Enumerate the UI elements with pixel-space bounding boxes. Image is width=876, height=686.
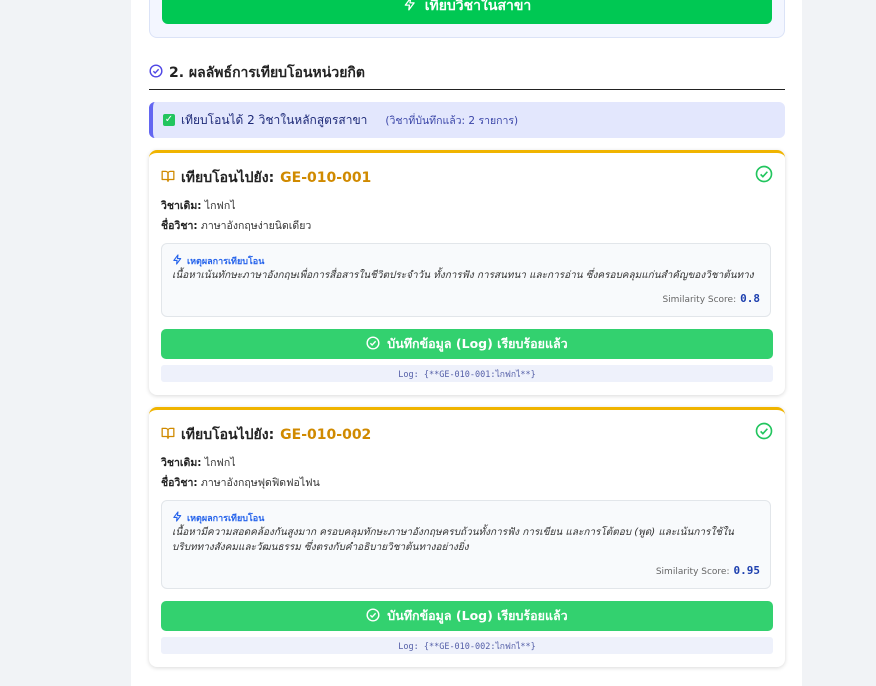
reason-box: เหตุผลการเทียบโอน เนื้อหาเน้นทักษะภาษาอั… <box>161 243 771 317</box>
log-saved-button[interactable]: บันทึกข้อมูล (Log) เรียบร้อยแล้ว <box>161 329 773 359</box>
checkbox-checked-icon: ✓ <box>163 114 175 126</box>
result-card: เทียบโอนไปยัง: GE-010-002 วิชาเดิม: ไกฟก… <box>149 407 785 667</box>
similarity-score-value: 0.8 <box>740 292 760 305</box>
log-saved-button[interactable]: บันทึกข้อมูล (Log) เรียบร้อยแล้ว <box>161 601 773 631</box>
check-circle-icon <box>755 165 773 187</box>
course-name-value: ภาษาอังกฤษง่ายนิดเดียว <box>200 220 312 232</box>
course-name-value: ภาษาอังกฤษฟุดฟิดฟอไฟน <box>200 477 320 489</box>
original-course: วิชาเดิม: ไกฟกไ <box>161 454 236 471</box>
check-circle-icon <box>755 422 773 444</box>
reason-label: เหตุผลการเทียบโอน <box>187 257 265 267</box>
reason-text: เนื้อหามีความสอดคล้องกันสูงมาก ครอบคลุมท… <box>172 527 734 553</box>
card-title: เทียบโอนไปยัง: GE-010-001 <box>161 167 371 189</box>
reason-label: เหตุผลการเทียบโอน <box>187 514 265 524</box>
card-title: เทียบโอนไปยัง: GE-010-002 <box>161 424 371 446</box>
original-course-label: วิชาเดิม: <box>161 200 202 212</box>
similarity-score: Similarity Score: 0.95 <box>656 564 760 577</box>
book-open-icon <box>161 169 175 187</box>
book-open-icon <box>161 426 175 444</box>
reason-header: เหตุผลการเทียบโอน <box>172 254 264 268</box>
similarity-score-label: Similarity Score: <box>655 567 730 577</box>
similarity-score: Similarity Score: 0.8 <box>662 292 760 305</box>
bolt-icon <box>172 254 183 268</box>
original-course-value: ไกฟกไ <box>204 457 236 469</box>
reason-text: เนื้อหาเน้นทักษะภาษาอังกฤษเพื่อการสื่อสา… <box>172 270 754 281</box>
course-name-label: ชื่อวิชา: <box>161 220 198 232</box>
summary-note: (วิชาที่บันทึกแล้ว: 2 รายการ) <box>385 114 519 127</box>
log-line: Log: {**GE-010-002:ไกฟกไ**} <box>161 637 773 654</box>
check-circle-icon <box>366 607 380 625</box>
course-name-label: ชื่อวิชา: <box>161 477 198 489</box>
compare-in-major-button[interactable]: เทียบวิชาในสาขา <box>162 0 772 24</box>
card-title-prefix: เทียบโอนไปยัง: <box>181 170 275 186</box>
summary-banner: ✓ เทียบโอนได้ 2 วิชาในหลักสูตรสาขา (วิชา… <box>149 102 785 138</box>
reason-box: เหตุผลการเทียบโอน เนื้อหามีความสอดคล้องก… <box>161 500 771 589</box>
log-line: Log: {**GE-010-001:ไกฟกไ**} <box>161 365 773 382</box>
bolt-icon <box>403 0 417 15</box>
log-saved-label: บันทึกข้อมูล (Log) เรียบร้อยแล้ว <box>387 608 568 623</box>
original-course-value: ไกฟกไ <box>204 200 236 212</box>
reason-header: เหตุผลการเทียบโอน <box>172 511 264 525</box>
bolt-icon <box>172 511 183 525</box>
similarity-score-label: Similarity Score: <box>662 295 737 305</box>
check-circle-icon <box>149 62 163 82</box>
original-course: วิชาเดิม: ไกฟกไ <box>161 197 236 214</box>
check-circle-icon <box>366 335 380 353</box>
course-code: GE-010-002 <box>280 427 372 443</box>
course-name: ชื่อวิชา: ภาษาอังกฤษฟุดฟิดฟอไฟน <box>161 474 320 491</box>
section-title: 2. ผลลัพธ์การเทียบโอนหน่วยกิต <box>149 62 785 90</box>
result-card: เทียบโอนไปยัง: GE-010-001 วิชาเดิม: ไกฟก… <box>149 150 785 395</box>
compare-in-major-label: เทียบวิชาในสาขา <box>424 0 532 14</box>
course-name: ชื่อวิชา: ภาษาอังกฤษง่ายนิดเดียว <box>161 217 311 234</box>
original-course-label: วิชาเดิม: <box>161 457 202 469</box>
course-code: GE-010-001 <box>280 170 372 186</box>
section-title-text: 2. ผลลัพธ์การเทียบโอนหน่วยกิต <box>169 65 365 81</box>
card-title-prefix: เทียบโอนไปยัง: <box>181 427 275 443</box>
similarity-score-value: 0.95 <box>733 564 761 577</box>
summary-text: เทียบโอนได้ 2 วิชาในหลักสูตรสาขา <box>181 112 368 127</box>
log-saved-label: บันทึกข้อมูล (Log) เรียบร้อยแล้ว <box>387 336 568 351</box>
